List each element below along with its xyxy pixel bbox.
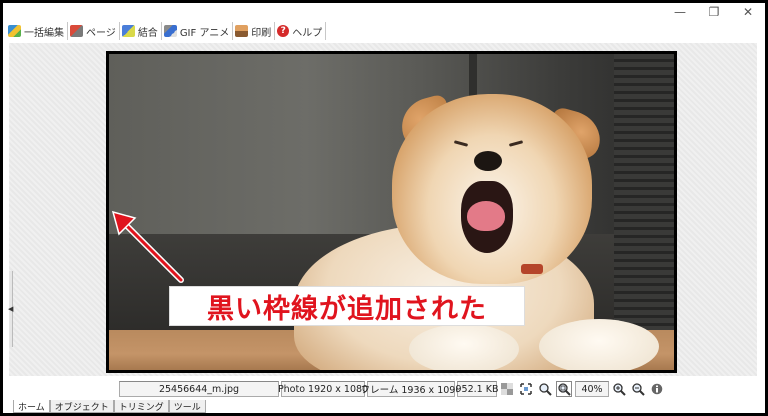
toolbar-page[interactable]: ページ [68,22,120,40]
status-photo-size: Photo 1920 x 1080 [278,381,368,397]
toolbar-label: ヘルプ [292,27,323,39]
expand-panel-icon[interactable]: ◀ [8,305,13,313]
status-bar: 25456644_m.jpg Photo 1920 x 1080 フレーム 19… [119,381,668,397]
toolbar-label: 結合 [137,27,158,39]
annotation-text: 黒い枠線が追加された [207,293,487,325]
tab-home[interactable]: ホーム [13,400,50,413]
puppy-paw-left [409,324,519,370]
main-toolbar: 一括編集 ページ 結合 GIF アニメ 印刷 ? ヘルプ [6,22,327,40]
tab-trimming[interactable]: トリミング [113,400,169,413]
tab-object[interactable]: オブジェクト [49,400,114,413]
tab-tools[interactable]: ツール [168,400,206,413]
minimize-button[interactable]: — [663,3,697,21]
status-frame-size: フレーム 1936 x 1096 [361,381,461,397]
zoom-fit-icon[interactable] [556,381,572,397]
window-controls: — ❐ ✕ [663,3,765,21]
toolbar-batch-edit[interactable]: 一括編集 [6,22,68,40]
annotation-callout: 黒い枠線が追加された [169,286,525,326]
toolbar-label: ページ [86,27,116,39]
transparency-grid-icon[interactable] [499,381,515,397]
toolbar-help[interactable]: ? ヘルプ [275,22,327,40]
puppy-nose [474,151,502,171]
toolbar-label: 一括編集 [24,27,64,39]
zoom-in-icon[interactable] [611,381,627,397]
toolbar-label: 印刷 [251,27,272,39]
photo-shutter [614,54,674,339]
close-button[interactable]: ✕ [731,3,765,21]
toolbar-merge[interactable]: 結合 [120,22,162,40]
status-zoom-level: 40% [575,381,609,397]
toolbar-gif-animation[interactable]: GIF アニメ [162,22,234,40]
puppy-tongue [467,201,505,231]
toolbar-label: GIF アニメ [179,27,230,39]
annotation-arrow-icon [111,210,184,283]
zoom-out-icon[interactable] [630,381,646,397]
merge-icon [121,25,135,37]
batch-edit-icon [8,25,21,37]
puppy-collar [521,264,543,274]
status-filename: 25456644_m.jpg [119,381,279,397]
bottom-tabs: ホーム オブジェクト トリミング ツール [13,400,206,413]
canvas-area[interactable]: ◀ 黒い枠線が追加された [8,43,757,376]
gif-animation-icon [163,25,177,37]
restore-button[interactable]: ❐ [697,3,731,21]
print-icon [235,25,249,37]
status-file-size: 952.1 KB [456,381,498,397]
fit-to-window-icon[interactable] [518,381,534,397]
info-icon[interactable] [649,381,665,397]
help-icon: ? [277,25,290,37]
puppy-paw-right [539,319,659,370]
app-window: — ❐ ✕ 一括編集 ページ 結合 GIF アニメ 印刷 ? ヘルプ ◀ 黒い枠… [3,3,765,413]
zoom-actual-icon[interactable] [537,381,553,397]
page-icon [70,25,83,37]
toolbar-print[interactable]: 印刷 [233,22,276,40]
screenshot-outer-border: — ❐ ✕ 一括編集 ページ 結合 GIF アニメ 印刷 ? ヘルプ ◀ 黒い枠… [0,0,768,416]
